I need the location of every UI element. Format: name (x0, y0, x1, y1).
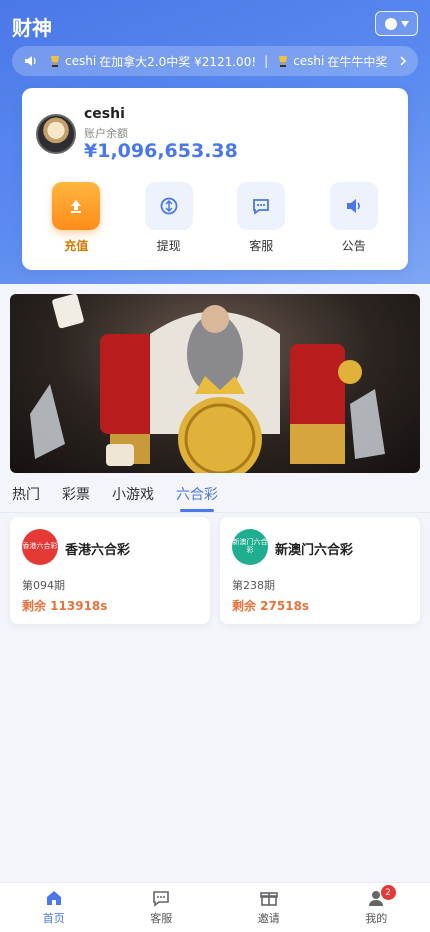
caret-down-icon (400, 20, 409, 27)
username: ceshi (84, 106, 125, 122)
deposit-button[interactable]: 充值 (41, 182, 111, 254)
nav-invite[interactable]: 邀请 (215, 883, 323, 932)
chevron-right-icon[interactable] (396, 54, 410, 68)
language-button[interactable] (375, 11, 418, 36)
upload-icon (52, 182, 101, 230)
withdraw-icon (144, 182, 193, 230)
speaker-icon (329, 182, 378, 230)
nav-home[interactable]: 首页 (0, 883, 108, 932)
tab-mini-games[interactable]: 小游戏 (112, 484, 154, 512)
marquee-item: ceshi 在加拿大2.0中奖 ¥2121.00! (48, 53, 256, 70)
withdraw-button[interactable]: 提现 (134, 182, 204, 254)
promo-banner[interactable] (10, 294, 420, 473)
nav-service[interactable]: 客服 (108, 883, 216, 932)
wallet-actions: 充值 提现 客服 公告 (22, 182, 408, 254)
app-title: 财神 (12, 16, 52, 40)
customer-service-button[interactable]: 客服 (226, 182, 296, 254)
tab-lottery[interactable]: 彩票 (62, 484, 90, 512)
notification-badge: 2 (380, 885, 396, 900)
globe-icon (384, 17, 397, 30)
announcement-button[interactable]: 公告 (319, 182, 389, 254)
hk-mark-six-logo: 香港六合彩 (22, 529, 58, 565)
home-icon (46, 891, 61, 905)
tab-hot[interactable]: 热门 (12, 484, 40, 512)
marquee-track: ceshi 在加拿大2.0中奖 ¥2121.00! | ceshi 在牛牛中奖 (48, 53, 396, 70)
gift-icon (259, 892, 278, 906)
macau-mark-six-logo: 新澳门六合彩 (232, 529, 268, 565)
chat-icon (153, 891, 170, 907)
announcement-marquee[interactable]: ceshi 在加拿大2.0中奖 ¥2121.00! | ceshi 在牛牛中奖 (12, 46, 418, 76)
game-tabs: 热门 彩票 小游戏 六合彩 (12, 484, 240, 512)
speaker-icon (22, 52, 40, 70)
wallet-card: ceshi 账户余额 ¥1,096,653.38 充值 提现 客服 公告 (22, 88, 408, 270)
tabs-divider (0, 512, 430, 513)
balance-amount: ¥1,096,653.38 (84, 140, 238, 162)
chat-icon (237, 182, 286, 230)
balance-label: 账户余额 (84, 127, 128, 140)
gift-box-right (290, 344, 345, 434)
tab-mark-six[interactable]: 六合彩 (176, 484, 218, 512)
bottom-nav: 首页 客服 邀请 我的 2 (0, 882, 430, 932)
trophy-icon (279, 56, 288, 67)
nav-mine[interactable]: 我的 2 (323, 883, 430, 932)
trophy-icon (51, 56, 59, 67)
marquee-item: ceshi 在牛牛中奖 (276, 53, 387, 70)
avatar[interactable] (36, 114, 76, 154)
game-card-hk-mark-six[interactable]: 香港六合彩 香港六合彩 第094期 剩余 113918s (10, 517, 210, 624)
game-card-macau-mark-six[interactable]: 新澳门六合彩 新澳门六合彩 第238期 剩余 27518s (220, 517, 420, 624)
